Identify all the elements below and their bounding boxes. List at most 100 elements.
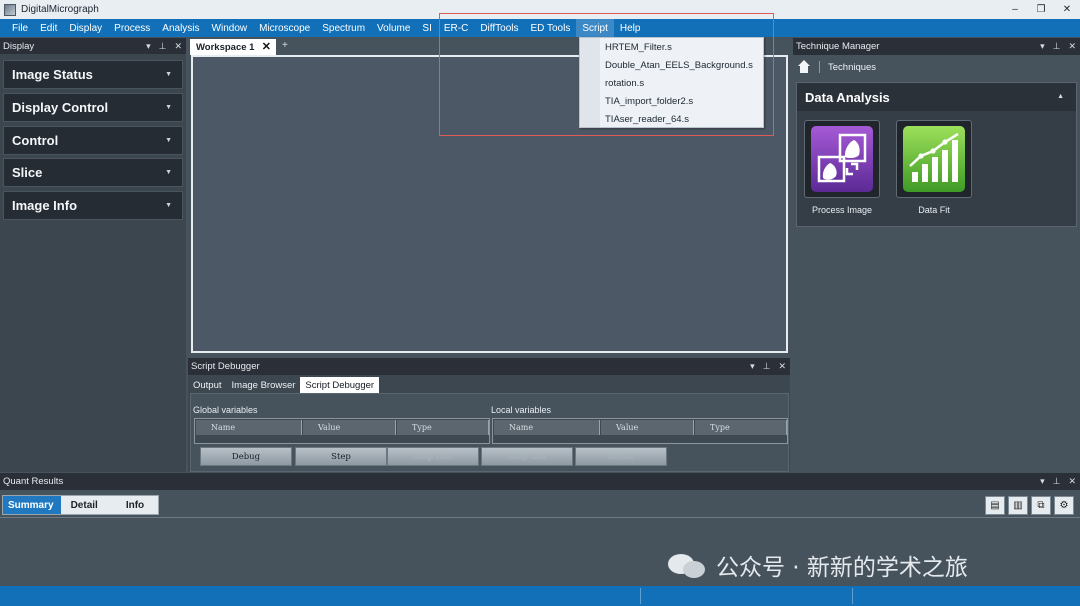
column-type[interactable]: Type	[695, 420, 787, 435]
app-icon	[4, 3, 16, 16]
menu-item-tia-import[interactable]: TIA_import_folder2.s	[605, 92, 693, 110]
data-fit-tool[interactable]	[896, 120, 972, 198]
section-image-info[interactable]: Image Info ▼	[3, 191, 183, 220]
menu-script[interactable]: Script	[576, 19, 614, 37]
menu-bar: File Edit Display Process Analysis Windo…	[0, 19, 1080, 37]
section-image-status[interactable]: Image Status ▼	[3, 60, 183, 89]
pin-icon[interactable]: ⊥	[763, 361, 771, 372]
column-view-icon[interactable]: ▥	[1008, 496, 1028, 515]
title-bar: DigitalMicrograph – ❐ ✕	[0, 0, 1080, 19]
panel-menu-icon[interactable]: ▾	[1040, 476, 1045, 487]
process-image-icon	[811, 126, 873, 192]
tab-output[interactable]: Output	[188, 377, 227, 393]
menu-item-tiaser-reader[interactable]: TIAser_reader_64.s	[605, 110, 689, 128]
tab-divider	[0, 517, 1080, 518]
step-button[interactable]: Step	[295, 447, 387, 466]
menu-si[interactable]: SI	[416, 19, 437, 37]
tab-summary[interactable]: Summary	[3, 496, 61, 514]
tab-script-debugger[interactable]: Script Debugger	[300, 377, 380, 393]
copy-icon[interactable]: ⧉	[1031, 496, 1051, 515]
menu-analysis[interactable]: Analysis	[156, 19, 205, 37]
script-debugger-tabs: Output Image Browser Script Debugger	[188, 377, 380, 393]
restore-button[interactable]: ❐	[1028, 0, 1054, 19]
menu-difftools[interactable]: DiffTools	[474, 19, 524, 37]
menu-ed-tools[interactable]: ED Tools	[524, 19, 576, 37]
close-icon[interactable]: ✕	[174, 41, 182, 52]
process-image-tool[interactable]	[804, 120, 880, 198]
column-value[interactable]: Value	[303, 420, 396, 435]
section-control[interactable]: Control ▼	[3, 126, 183, 155]
section-label: Image Info	[12, 198, 78, 213]
menu-display[interactable]: Display	[63, 19, 108, 37]
add-tab-icon[interactable]: +	[282, 40, 288, 51]
display-panel-title: Display	[3, 41, 35, 52]
data-analysis-header[interactable]: Data Analysis ▲	[797, 83, 1076, 111]
close-icon[interactable]: ✕	[1068, 41, 1076, 52]
display-panel: Image Status ▼ Display Control ▼ Control…	[0, 54, 186, 472]
panel-menu-icon[interactable]: ▾	[1040, 41, 1045, 52]
chevron-down-icon: ▼	[165, 104, 172, 111]
column-name[interactable]: Name	[494, 420, 600, 435]
global-variables-table[interactable]: Name Value Type	[194, 418, 490, 444]
step-into-button[interactable]: Step Into	[387, 447, 479, 466]
menu-window[interactable]: Window	[206, 19, 254, 37]
pin-icon[interactable]: ⊥	[159, 41, 167, 52]
technique-toolbar: Techniques	[793, 57, 1080, 77]
chevron-up-icon[interactable]: ▲	[1057, 93, 1064, 100]
chevron-down-icon: ▼	[165, 202, 172, 209]
section-title: Data Analysis	[805, 89, 890, 105]
panel-menu-icon[interactable]: ▾	[750, 361, 755, 372]
chevron-down-icon: ▼	[165, 169, 172, 176]
menu-process[interactable]: Process	[108, 19, 156, 37]
tab-image-browser[interactable]: Image Browser	[227, 377, 301, 393]
technique-manager-header: Technique Manager ▾ ⊥ ✕	[793, 38, 1080, 55]
chevron-down-icon: ▼	[165, 71, 172, 78]
menu-microscope[interactable]: Microscope	[253, 19, 316, 37]
process-image-label: Process Image	[811, 205, 873, 215]
menu-help[interactable]: Help	[614, 19, 647, 37]
column-type[interactable]: Type	[397, 420, 489, 435]
debug-button[interactable]: Debug	[200, 447, 292, 466]
menu-item-double-atan-eels[interactable]: Double_Atan_EELS_Background.s	[605, 56, 753, 74]
table-view-icon[interactable]: ▤	[985, 496, 1005, 515]
break-button[interactable]: Break	[575, 447, 667, 466]
script-debugger-panel: Output Image Browser Script Debugger Glo…	[188, 375, 790, 472]
menu-er-c[interactable]: ER-C	[438, 19, 474, 37]
tab-detail[interactable]: Detail	[61, 496, 112, 514]
section-slice[interactable]: Slice ▼	[3, 158, 183, 187]
close-icon[interactable]: ✕	[1068, 476, 1076, 487]
script-debugger-header: Script Debugger ▾ ⊥ ✕	[188, 358, 790, 375]
chevron-down-icon: ▼	[165, 137, 172, 144]
global-variables-label: Global variables	[193, 405, 258, 415]
close-icon[interactable]: ✕	[778, 361, 786, 372]
watermark-text: 公众号 · 新新的学术之旅	[716, 555, 968, 581]
panel-menu-icon[interactable]: ▾	[146, 41, 151, 52]
quant-results-tabs: Summary Detail Info	[2, 495, 160, 515]
close-icon[interactable]: ✕	[262, 40, 271, 53]
gear-icon[interactable]: ⚙	[1054, 496, 1074, 515]
quant-toolbar: ▤ ▥ ⧉ ⚙	[985, 496, 1074, 515]
column-name[interactable]: Name	[196, 420, 302, 435]
section-label: Image Status	[12, 67, 93, 82]
home-icon[interactable]	[797, 60, 811, 74]
step-out-button[interactable]: Step Out	[481, 447, 573, 466]
local-variables-table[interactable]: Name Value Type	[492, 418, 788, 444]
status-divider	[640, 588, 641, 604]
menu-item-hrtem-filter[interactable]: HRTEM_Filter.s	[605, 38, 672, 56]
techniques-label[interactable]: Techniques	[828, 62, 876, 73]
close-button[interactable]: ✕	[1054, 0, 1080, 19]
window-controls: – ❐ ✕	[1002, 0, 1080, 19]
menu-file[interactable]: File	[6, 19, 34, 37]
column-value[interactable]: Value	[601, 420, 694, 435]
menu-volume[interactable]: Volume	[371, 19, 416, 37]
menu-spectrum[interactable]: Spectrum	[316, 19, 371, 37]
menu-edit[interactable]: Edit	[34, 19, 63, 37]
pin-icon[interactable]: ⊥	[1053, 41, 1061, 52]
menu-item-rotation[interactable]: rotation.s	[605, 74, 644, 92]
pin-icon[interactable]: ⊥	[1053, 476, 1061, 487]
tab-workspace-1[interactable]: Workspace 1 ✕	[190, 39, 276, 55]
section-display-control[interactable]: Display Control ▼	[3, 93, 183, 122]
minimize-button[interactable]: –	[1002, 0, 1028, 19]
local-variables-label: Local variables	[491, 405, 552, 415]
tab-info[interactable]: Info	[112, 496, 158, 514]
